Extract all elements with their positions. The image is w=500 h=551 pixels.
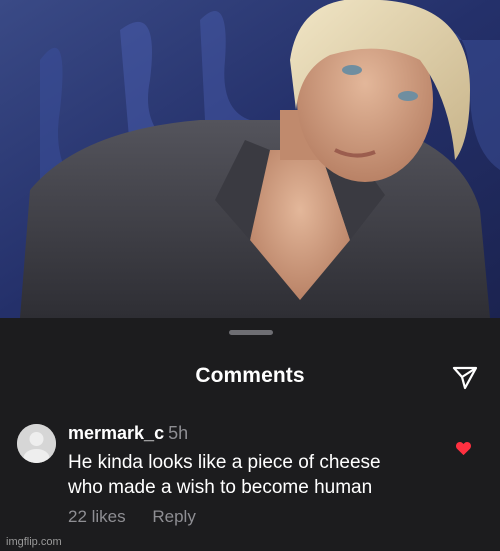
imgflip-watermark: imgflip.com bbox=[6, 536, 62, 548]
comment-item: mermark_c 5h He kinda looks like a piece … bbox=[0, 418, 500, 528]
sheet-grabber-handle[interactable] bbox=[229, 330, 273, 335]
heart-icon[interactable] bbox=[455, 440, 472, 456]
comments-title: Comments bbox=[195, 364, 305, 387]
comment-text-line: who made a wish to become human bbox=[68, 477, 373, 498]
portrait-illustration bbox=[0, 0, 500, 318]
comment-header: mermark_c 5h bbox=[68, 423, 188, 444]
reply-button[interactable]: Reply bbox=[152, 507, 195, 526]
comment-timestamp: 5h bbox=[168, 423, 189, 443]
comment-username[interactable]: mermark_c bbox=[68, 423, 164, 443]
comment-text: He kinda looks like a piece of cheese wh… bbox=[68, 450, 448, 500]
avatar[interactable] bbox=[17, 424, 56, 463]
send-icon[interactable] bbox=[450, 362, 480, 392]
comments-sheet: Comments mermark_c 5h He kinda looks like… bbox=[0, 318, 500, 551]
post-photo bbox=[0, 0, 500, 318]
default-avatar-icon bbox=[17, 424, 56, 463]
likes-count[interactable]: 22 likes bbox=[68, 507, 126, 526]
comment-actions: 22 likes Reply bbox=[68, 507, 196, 527]
comment-text-line: He kinda looks like a piece of cheese bbox=[68, 452, 381, 473]
